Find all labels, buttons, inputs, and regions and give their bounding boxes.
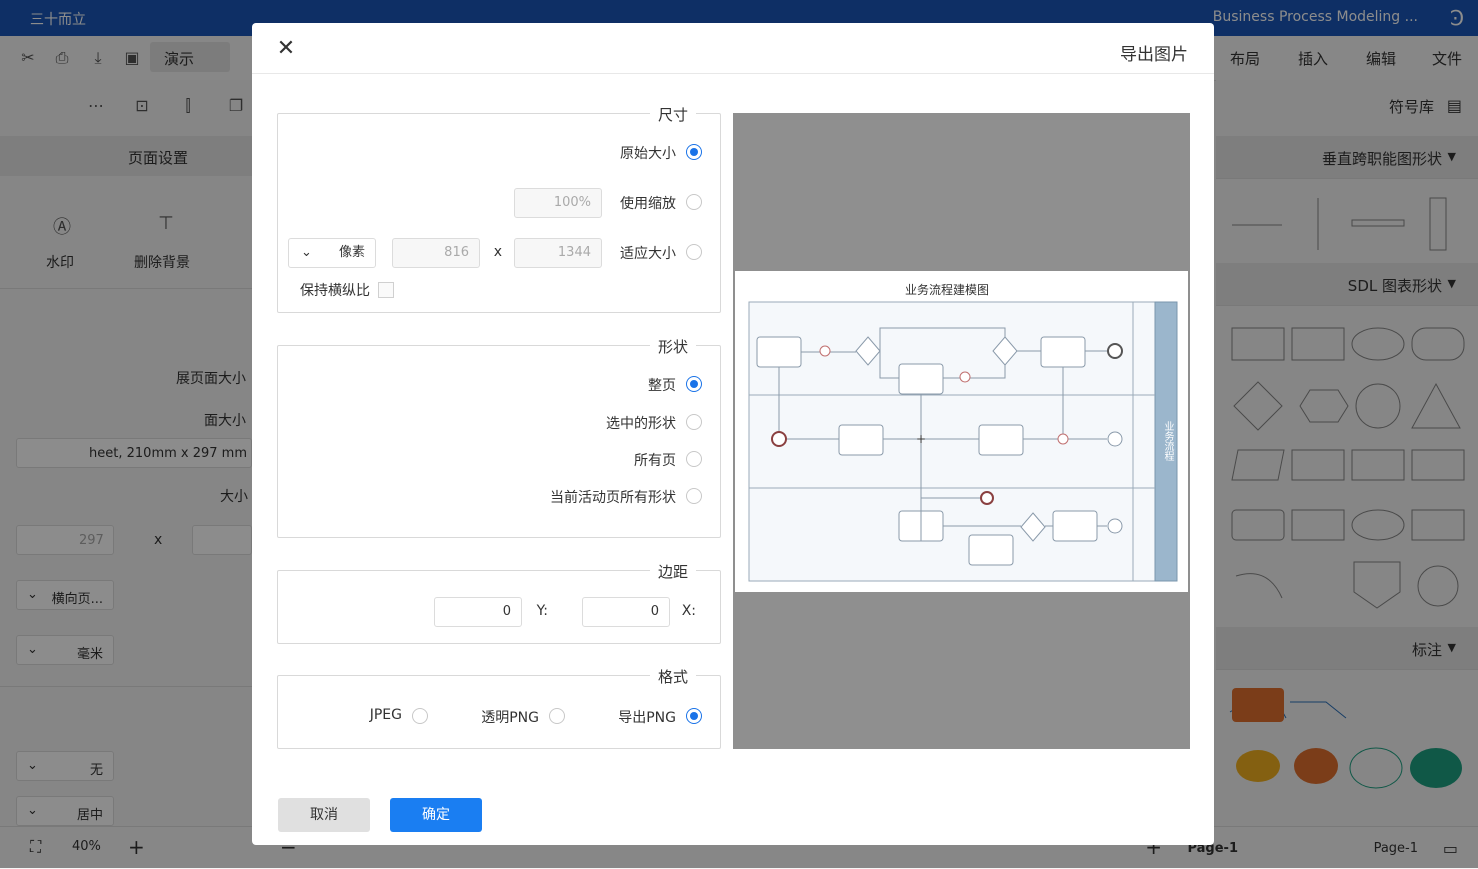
margin-y-label: Y: [536,603,548,619]
fit-size-label: 适应大小 [620,246,676,262]
margin-x-label: X: [681,603,696,619]
cancel-button[interactable]: 取消 [278,798,370,832]
dialog-divider [252,73,1214,74]
margin-y-input[interactable]: 0 [434,597,522,627]
png-label: 导出PNG [618,710,676,726]
selected-shapes-label: 选中的形状 [606,416,676,432]
jpeg-radio[interactable] [412,708,428,724]
keep-ratio-checkbox[interactable] [378,282,394,298]
margin-legend: 边距 [649,561,696,582]
format-fieldset: 格式 导出PNG 透明PNG JPEG [277,666,721,749]
preview-lane-label: 业务流程 [1162,421,1173,461]
svg-text:+: + [916,432,926,446]
keep-ratio-label: 保持横纵比 [300,283,370,299]
chevron-down-icon: ⌄ [301,245,312,260]
export-preview: 业务流程建模图 + 业务流程 [733,113,1190,749]
size-x-label: x [493,244,502,260]
current-page-shapes-radio[interactable] [686,488,702,504]
jpeg-label: JPEG [369,707,402,723]
current-page-shapes-label: 当前活动页所有形状 [550,490,676,506]
transparent-png-radio[interactable] [549,708,565,724]
original-size-label: 原始大小 [620,146,676,162]
fit-size-radio[interactable] [686,244,702,260]
whole-page-label: 整页 [648,378,676,394]
dialog-title: 导出图片 [1120,45,1188,65]
selected-shapes-radio[interactable] [686,414,702,430]
transparent-png-label: 透明PNG [481,710,539,726]
png-radio[interactable] [686,708,702,724]
all-pages-radio[interactable] [686,451,702,467]
margin-fieldset: 边距 X: 0 Y: 0 [277,561,721,644]
shape-fieldset: 形状 整页 选中的形状 所有页 当前活动页所有形状 [277,336,721,538]
unit-select[interactable]: ⌄ 像素 [288,238,376,268]
export-image-dialog: 导出图片 ✕ 尺寸 原始大小 使用缩放 100% 适应大小 1344 x 816… [252,23,1214,845]
export-height-input[interactable]: 816 [392,238,480,268]
format-legend: 格式 [649,666,696,687]
use-scale-label: 使用缩放 [620,196,676,212]
whole-page-radio[interactable] [686,376,702,392]
size-legend: 尺寸 [649,104,696,125]
use-scale-radio[interactable] [686,194,702,210]
preview-canvas: 业务流程建模图 + 业务流程 [735,271,1188,592]
preview-diagram: + [748,301,1178,582]
scale-input[interactable]: 100% [514,188,602,218]
all-pages-label: 所有页 [634,453,676,469]
margin-x-input[interactable]: 0 [582,597,670,627]
close-icon[interactable]: ✕ [274,37,298,61]
shape-legend: 形状 [649,336,696,357]
size-fieldset: 尺寸 原始大小 使用缩放 100% 适应大小 1344 x 816 ⌄ 像素 保… [277,104,721,313]
export-width-input[interactable]: 1344 [514,238,602,268]
confirm-button[interactable]: 确定 [390,798,482,832]
original-size-radio[interactable] [686,144,702,160]
